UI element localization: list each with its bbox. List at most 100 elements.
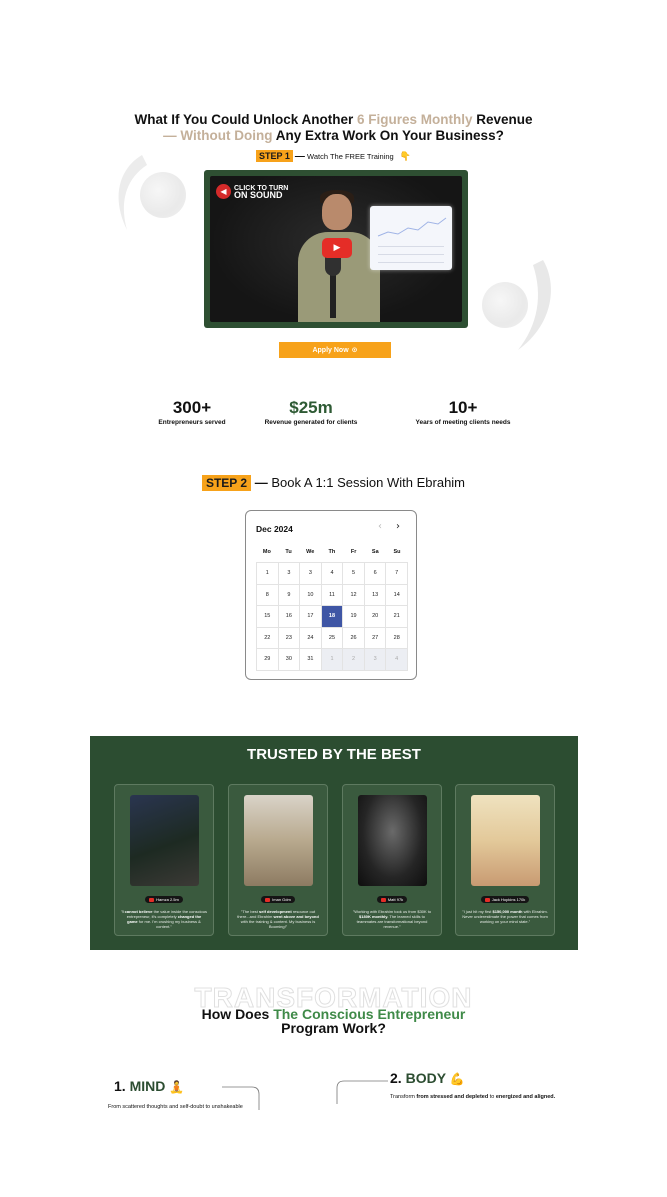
step-1-row: STEP 1 — Watch The FREE Training 👇	[0, 150, 667, 162]
program-title: How Does The Conscious Entrepreneur Prog…	[0, 1007, 667, 1035]
calendar-day[interactable]: 17	[300, 606, 322, 628]
calendar-day[interactable]: 7	[386, 563, 408, 585]
youtube-row: Jack Hopkins 170k	[456, 896, 554, 903]
program-title-line-1: How Does The Conscious Entrepreneur	[201, 1006, 466, 1022]
step-2-text: Book A 1:1 Session With Ebrahim	[271, 475, 466, 490]
apply-now-label: Apply Now	[312, 346, 349, 354]
chevron-left-icon[interactable]: ‹	[378, 521, 382, 532]
calendar-day-next-month: 1	[321, 649, 344, 671]
booking-calendar: Dec 2024 ‹ › Mo Tu We Th Fr Sa Su 1 3 3 …	[245, 510, 417, 680]
headline-accent-1: 6 Figures Monthly	[356, 112, 473, 127]
calendar-day[interactable]: 15	[257, 606, 279, 628]
calendar-day[interactable]: 29	[257, 649, 279, 671]
calendar-day[interactable]: 31	[300, 649, 322, 671]
weekday-label: Sa	[371, 549, 379, 555]
youtube-icon	[265, 897, 271, 902]
calendar-day[interactable]: 25	[321, 627, 344, 649]
koi-fish-right-icon	[518, 260, 551, 350]
calendar-day[interactable]: 19	[343, 606, 365, 628]
program-title-line-2: Program Work?	[281, 1020, 386, 1036]
chevron-right-icon[interactable]: ›	[396, 521, 400, 532]
testimonial-quote: "The best self development resource out …	[237, 909, 319, 929]
turn-on-sound-badge[interactable]: ◀ CLICK TO TURN ON SOUND	[216, 184, 288, 199]
calendar-day[interactable]: 13	[364, 584, 387, 606]
step-1-dash: —	[294, 151, 305, 162]
testimonial-card[interactable]: Iman Gdm "The best self development reso…	[228, 784, 328, 936]
calendar-day-next-month: 4	[386, 649, 408, 671]
youtube-channel-badge[interactable]: Jack Hopkins 170k	[480, 896, 530, 903]
training-video-frame: ◀ CLICK TO TURN ON SOUND ▶	[204, 170, 468, 328]
calendar-day[interactable]: 21	[386, 606, 408, 628]
step-number: 2.	[390, 1070, 402, 1086]
step-name: MIND	[129, 1078, 166, 1094]
calendar-day[interactable]: 23	[278, 627, 301, 649]
step-number: 1.	[114, 1078, 126, 1094]
calendar-day[interactable]: 5	[343, 563, 365, 585]
flexed-biceps-icon: 💪	[449, 1072, 465, 1086]
calendar-day[interactable]: 6	[364, 563, 387, 585]
testimonial-card[interactable]: Jack Hopkins 170k "I just hit my first $…	[455, 784, 555, 936]
calendar-day[interactable]: 26	[343, 627, 365, 649]
calendar-day[interactable]: 27	[364, 627, 387, 649]
calendar-day[interactable]: 9	[278, 584, 301, 606]
play-button[interactable]: ▶	[322, 238, 352, 258]
stat-entrepreneurs: 300+ Entrepreneurs served	[152, 398, 232, 426]
channel-name: Matt 97k	[387, 897, 404, 902]
calendar-day[interactable]: 20	[364, 606, 387, 628]
calendar-month: Dec 2024	[256, 524, 293, 534]
connector-line-mind	[222, 1086, 260, 1110]
dashboard-chart-line	[377, 217, 447, 237]
apply-now-button[interactable]: Apply Now ⊙	[279, 342, 391, 358]
step-2-row: STEP 2 — Book A 1:1 Session With Ebrahim	[0, 475, 667, 491]
calendar-day[interactable]: 14	[386, 584, 408, 606]
stat-years: 10+ Years of meeting clients needs	[408, 398, 518, 426]
hero-headline: What If You Could Unlock Another 6 Figur…	[0, 112, 667, 144]
stat-revenue: $25m Revenue generated for clients	[258, 398, 364, 426]
step-name: BODY	[405, 1070, 446, 1086]
youtube-icon	[484, 897, 490, 902]
dashboard-row	[378, 246, 444, 247]
trusted-title: TRUSTED BY THE BEST	[247, 746, 421, 763]
calendar-day-selected[interactable]: 18	[321, 606, 344, 628]
weekday-label: Su	[393, 549, 401, 555]
calendar-day[interactable]: 28	[386, 627, 408, 649]
calendar-day[interactable]: 3	[278, 563, 301, 585]
calendar-day[interactable]: 16	[278, 606, 301, 628]
stat-label: Years of meeting clients needs	[415, 419, 511, 426]
step-2-dash: —	[254, 475, 268, 490]
calendar-day[interactable]: 30	[278, 649, 301, 671]
testimonial-photo	[471, 795, 540, 886]
step-1-text: Watch The FREE Training	[307, 152, 394, 161]
headline-line-2: — Without Doing Any Extra Work On Your B…	[163, 128, 504, 143]
meditation-icon: 🧘	[169, 1080, 185, 1094]
youtube-channel-badge[interactable]: Hamza 2.5m	[145, 896, 183, 903]
calendar-day[interactable]: 10	[300, 584, 322, 606]
testimonial-card[interactable]: Matt 97k "Working with Ebrahim took us f…	[342, 784, 442, 936]
step-mind-heading: 1. MIND 🧘	[114, 1078, 184, 1094]
calendar-day[interactable]: 11	[321, 584, 344, 606]
stat-label: Revenue generated for clients	[264, 419, 358, 426]
dashboard-row	[378, 254, 444, 255]
calendar-day[interactable]: 8	[257, 584, 279, 606]
calendar-day[interactable]: 24	[300, 627, 322, 649]
calendar-day[interactable]: 4	[321, 563, 344, 585]
calendar-day[interactable]: 22	[257, 627, 279, 649]
speaker-icon: ◀	[216, 184, 231, 199]
weekday-label: Mo	[262, 549, 271, 555]
dashboard-screenshot	[370, 206, 452, 270]
step-body-heading: 2. BODY 💪	[390, 1070, 465, 1086]
calendar-day-next-month: 2	[343, 649, 365, 671]
youtube-channel-badge[interactable]: Iman Gdm	[261, 896, 295, 903]
play-icon: ▶	[333, 243, 341, 253]
calendar-day[interactable]: 12	[343, 584, 365, 606]
weekday-label: We	[306, 549, 315, 555]
presenter-head	[322, 194, 352, 230]
testimonial-card[interactable]: Hamza 2.5m "I cannot believe the value i…	[114, 784, 214, 936]
headline-accent-2: — Without Doing	[163, 128, 273, 143]
youtube-row: Matt 97k	[343, 896, 441, 903]
training-video[interactable]: ◀ CLICK TO TURN ON SOUND ▶	[210, 176, 462, 322]
headline-line-1: What If You Could Unlock Another 6 Figur…	[134, 112, 533, 127]
youtube-channel-badge[interactable]: Matt 97k	[376, 896, 408, 903]
calendar-day[interactable]: 3	[300, 563, 322, 585]
calendar-day[interactable]: 1	[257, 563, 279, 585]
